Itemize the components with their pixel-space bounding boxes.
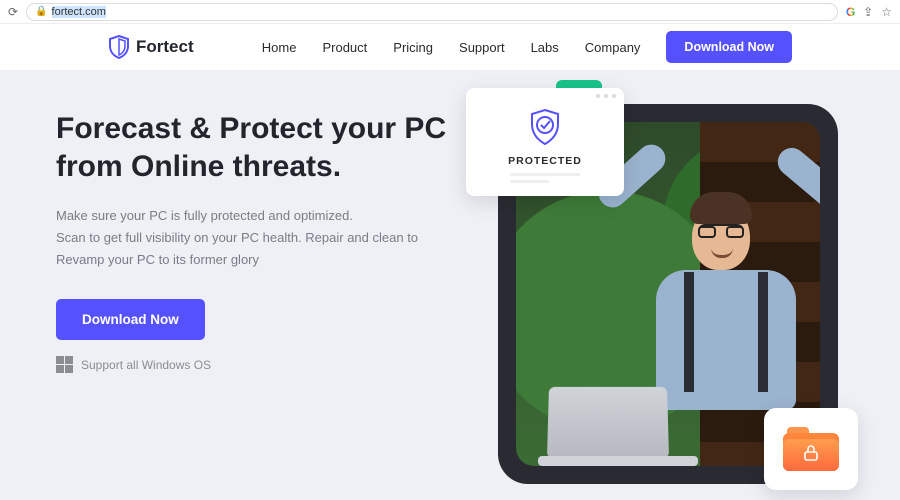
download-button-top[interactable]: Download Now	[666, 31, 792, 63]
hero: Forecast & Protect your PC from Online t…	[0, 70, 900, 373]
site-logo[interactable]: Fortect	[108, 35, 194, 59]
hero-visual: PROTECTED	[456, 70, 876, 500]
windows-icon	[56, 356, 73, 373]
address-input[interactable]: 🔒 fortect.com	[26, 3, 838, 21]
webpage: Fortect Home Product Pricing Support Lab…	[0, 24, 900, 500]
folder-icon	[783, 427, 839, 471]
os-support-text: Support all Windows OS	[81, 358, 211, 372]
shield-check-icon	[528, 108, 562, 151]
popup-text-lines	[510, 173, 580, 187]
nav-labs[interactable]: Labs	[531, 40, 559, 55]
nav-support[interactable]: Support	[459, 40, 505, 55]
nav-home[interactable]: Home	[262, 40, 297, 55]
top-nav: Fortect Home Product Pricing Support Lab…	[0, 24, 900, 70]
shield-logo-icon	[108, 35, 130, 59]
laptop-illustration	[538, 416, 688, 466]
star-icon[interactable]: ☆	[881, 5, 892, 19]
nav-product[interactable]: Product	[322, 40, 367, 55]
hero-subtext: Make sure your PC is fully protected and…	[56, 205, 446, 271]
url-text: fortect.com	[52, 6, 106, 18]
refresh-icon[interactable]: ⟳	[8, 5, 18, 19]
locked-folder-card	[764, 408, 858, 490]
share-icon[interactable]: ⇪	[863, 5, 873, 19]
google-icon[interactable]: G	[846, 5, 855, 19]
brand-name: Fortect	[136, 37, 194, 57]
lock-icon: 🔒	[35, 6, 47, 17]
lock-icon	[802, 444, 820, 467]
protected-popup: PROTECTED	[466, 88, 624, 196]
nav-company[interactable]: Company	[585, 40, 641, 55]
popup-window-dots	[466, 94, 624, 106]
nav-pricing[interactable]: Pricing	[393, 40, 433, 55]
nav-links: Home Product Pricing Support Labs Compan…	[262, 40, 641, 55]
browser-url-bar: ⟳ 🔒 fortect.com G ⇪ ☆	[0, 0, 900, 24]
protected-label: PROTECTED	[508, 155, 582, 167]
download-button-hero[interactable]: Download Now	[56, 299, 205, 340]
